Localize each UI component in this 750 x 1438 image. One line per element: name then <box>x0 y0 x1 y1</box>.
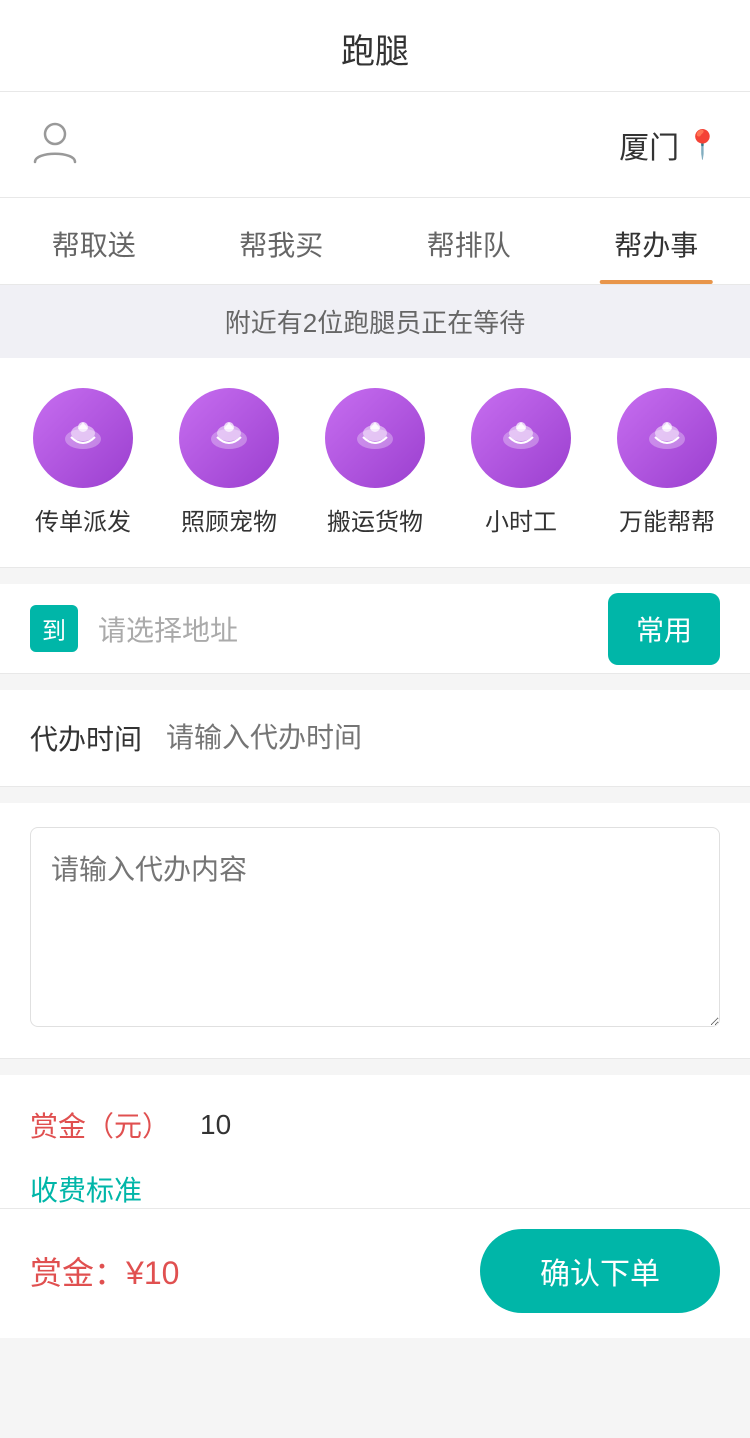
bottom-reward-value: ¥10 <box>126 1255 179 1291</box>
tab-bangwomai[interactable]: 帮我买 <box>188 198 376 284</box>
location-text: 厦门 <box>619 123 679 167</box>
tab-bangpaidui[interactable]: 帮排队 <box>375 198 563 284</box>
service-label-3: 小时工 <box>485 502 557 537</box>
bottom-reward-label: 赏金： <box>30 1255 126 1291</box>
user-row: 厦门 📍 <box>0 92 750 198</box>
service-item-3[interactable]: 小时工 <box>456 388 586 537</box>
reward-row: 赏金（元） 10 <box>30 1105 720 1145</box>
notice-bar: 附近有2位跑腿员正在等待 <box>0 285 750 358</box>
user-avatar-icon[interactable] <box>30 116 80 173</box>
common-address-button[interactable]: 常用 <box>608 593 720 665</box>
service-item-0[interactable]: 传单派发 <box>18 388 148 537</box>
service-icon-3 <box>471 388 571 488</box>
tab-bangqusong[interactable]: 帮取送 <box>0 198 188 284</box>
service-icon-0 <box>33 388 133 488</box>
address-badge: 到 <box>30 605 78 652</box>
confirm-order-button[interactable]: 确认下单 <box>480 1229 720 1313</box>
address-placeholder: 请选择地址 <box>98 609 608 649</box>
bottom-bar: 赏金：¥10 确认下单 <box>0 1208 750 1333</box>
service-icon-1 <box>179 388 279 488</box>
service-label-1: 照顾宠物 <box>181 502 277 537</box>
time-label: 代办时间 <box>30 718 142 758</box>
tab-bangbanshi[interactable]: 帮办事 <box>563 198 750 284</box>
content-section <box>0 803 750 1059</box>
page-title: 跑腿 <box>341 33 409 71</box>
service-item-2[interactable]: 搬运货物 <box>310 388 440 537</box>
address-section[interactable]: 到 请选择地址 常用 <box>0 584 750 674</box>
service-label-0: 传单派发 <box>35 502 131 537</box>
service-icon-2 <box>325 388 425 488</box>
tab-bar: 帮取送 帮我买 帮排队 帮办事 <box>0 198 750 285</box>
reward-label: 赏金（元） <box>30 1105 170 1145</box>
location-pin-icon: 📍 <box>685 128 720 161</box>
service-item-1[interactable]: 照顾宠物 <box>164 388 294 537</box>
time-section: 代办时间 <box>0 690 750 787</box>
bottom-reward: 赏金：¥10 <box>30 1248 179 1294</box>
service-label-4: 万能帮帮 <box>619 502 715 537</box>
notice-text: 附近有2位跑腿员正在等待 <box>225 308 525 338</box>
time-input[interactable] <box>166 722 720 754</box>
service-icon-4 <box>617 388 717 488</box>
app-header: 跑腿 <box>0 0 750 92</box>
content-textarea[interactable] <box>30 827 720 1027</box>
service-item-4[interactable]: 万能帮帮 <box>602 388 732 537</box>
fee-title: 收费标准 <box>30 1169 720 1209</box>
service-icons-row: 传单派发 照顾宠物 <box>0 358 750 568</box>
reward-value: 10 <box>200 1109 231 1141</box>
service-label-2: 搬运货物 <box>327 502 423 537</box>
location-area[interactable]: 厦门 📍 <box>619 123 720 167</box>
